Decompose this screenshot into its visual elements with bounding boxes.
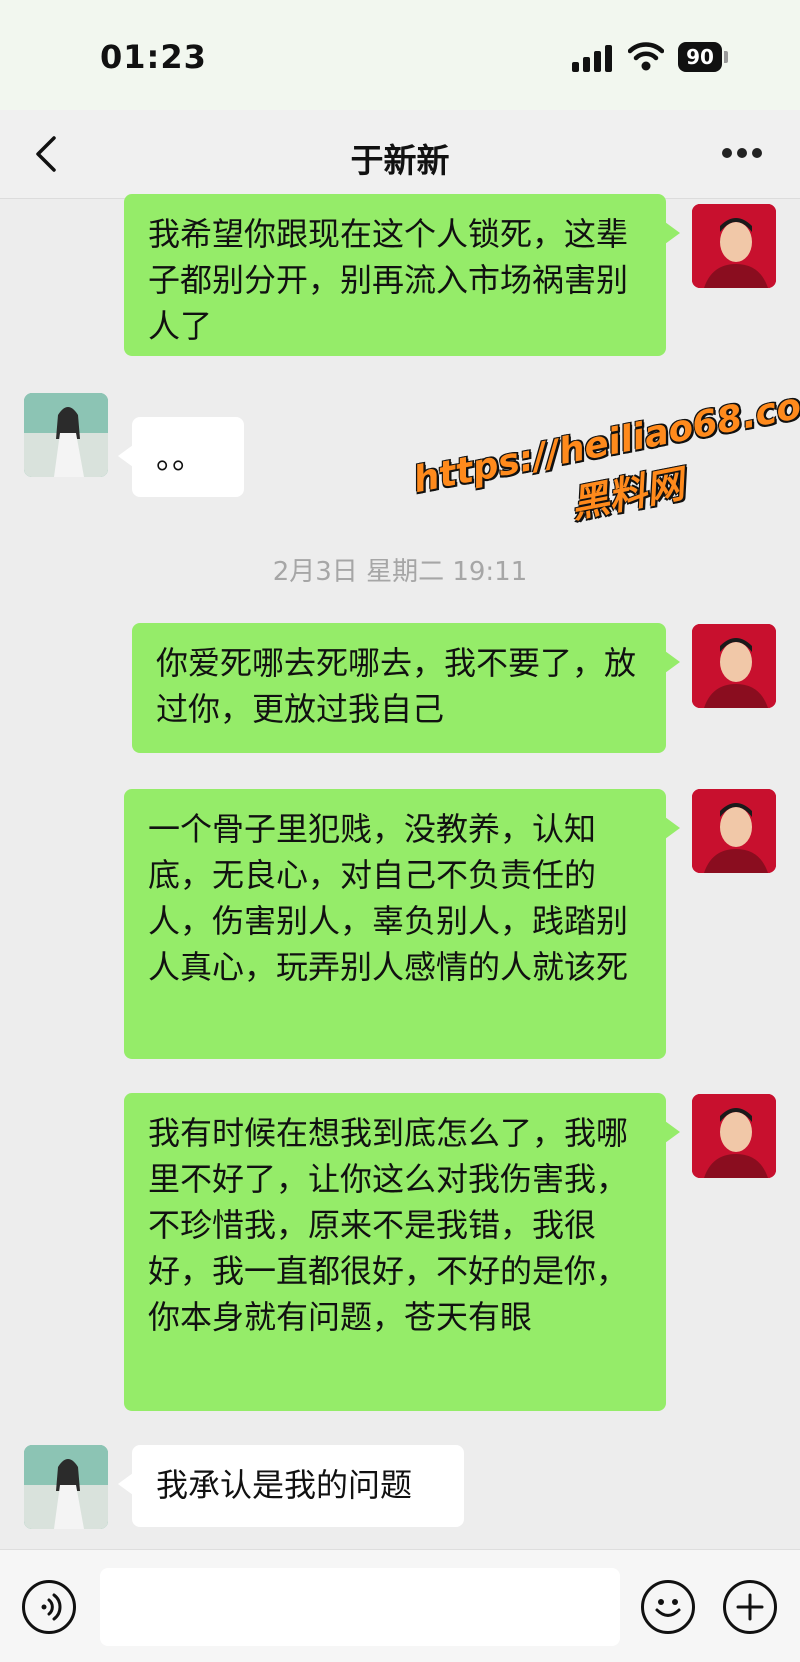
watermark: https://heiliao68.com 黑料网 [410,379,800,557]
message-bubble-received[interactable]: 我承认是我的问题 [118,1445,464,1527]
person-avatar-icon [692,624,776,708]
message-list[interactable]: 我希望你跟现在这个人锁死，这辈子都别分开，别再流入市场祸害别人了 。。 2月3日… [0,194,800,1549]
person-avatar-icon [24,1445,108,1529]
message-bubble-sent[interactable]: 我有时候在想我到底怎么了，我哪里不好了，让你这么对我伤害我，不珍惜我，原来不是我… [124,1093,680,1411]
message-bubble-sent[interactable]: 你爱死哪去死哪去，我不要了，放过你，更放过我自己 [132,623,680,753]
voice-input-icon[interactable] [22,1580,76,1634]
person-avatar-icon [24,393,108,477]
person-avatar-icon [692,789,776,873]
my-avatar[interactable] [692,624,776,708]
more-options-icon[interactable] [722,148,762,160]
person-avatar-icon [692,1094,776,1178]
chat-header: 于新新 [0,110,800,199]
my-avatar[interactable] [692,789,776,873]
person-avatar-icon [692,204,776,288]
battery-tip [724,51,728,63]
battery-indicator: 90 [678,42,722,72]
message-bubble-sent[interactable]: 我希望你跟现在这个人锁死，这辈子都别分开，别再流入市场祸害别人了 [124,194,680,356]
plus-icon [736,1593,764,1621]
emoji-icon[interactable] [641,1580,695,1634]
message-bubble-sent[interactable]: 一个骨子里犯贱，没教养，认知底，无良心，对自己不负责任的人，伤害别人，辜负别人，… [124,789,680,1059]
wifi-icon [628,42,664,71]
smiley-face-icon [655,1599,681,1617]
my-avatar[interactable] [692,1094,776,1178]
contact-name: 于新新 [350,141,450,180]
message-input[interactable] [100,1568,620,1646]
message-timestamp: 2月3日 星期二 19:11 [272,557,528,587]
contact-avatar[interactable] [24,393,108,477]
sound-wave-icon [41,1593,62,1621]
more-functions-icon[interactable] [723,1580,777,1634]
message-bubble-received[interactable]: 。。 [118,417,244,497]
input-bar [0,1549,800,1662]
status-time: 01:23 [100,38,207,76]
cellular-signal-icon [572,44,616,72]
my-avatar[interactable] [692,204,776,288]
contact-avatar[interactable] [24,1445,108,1529]
status-bar: 01:23 90 [0,0,800,110]
